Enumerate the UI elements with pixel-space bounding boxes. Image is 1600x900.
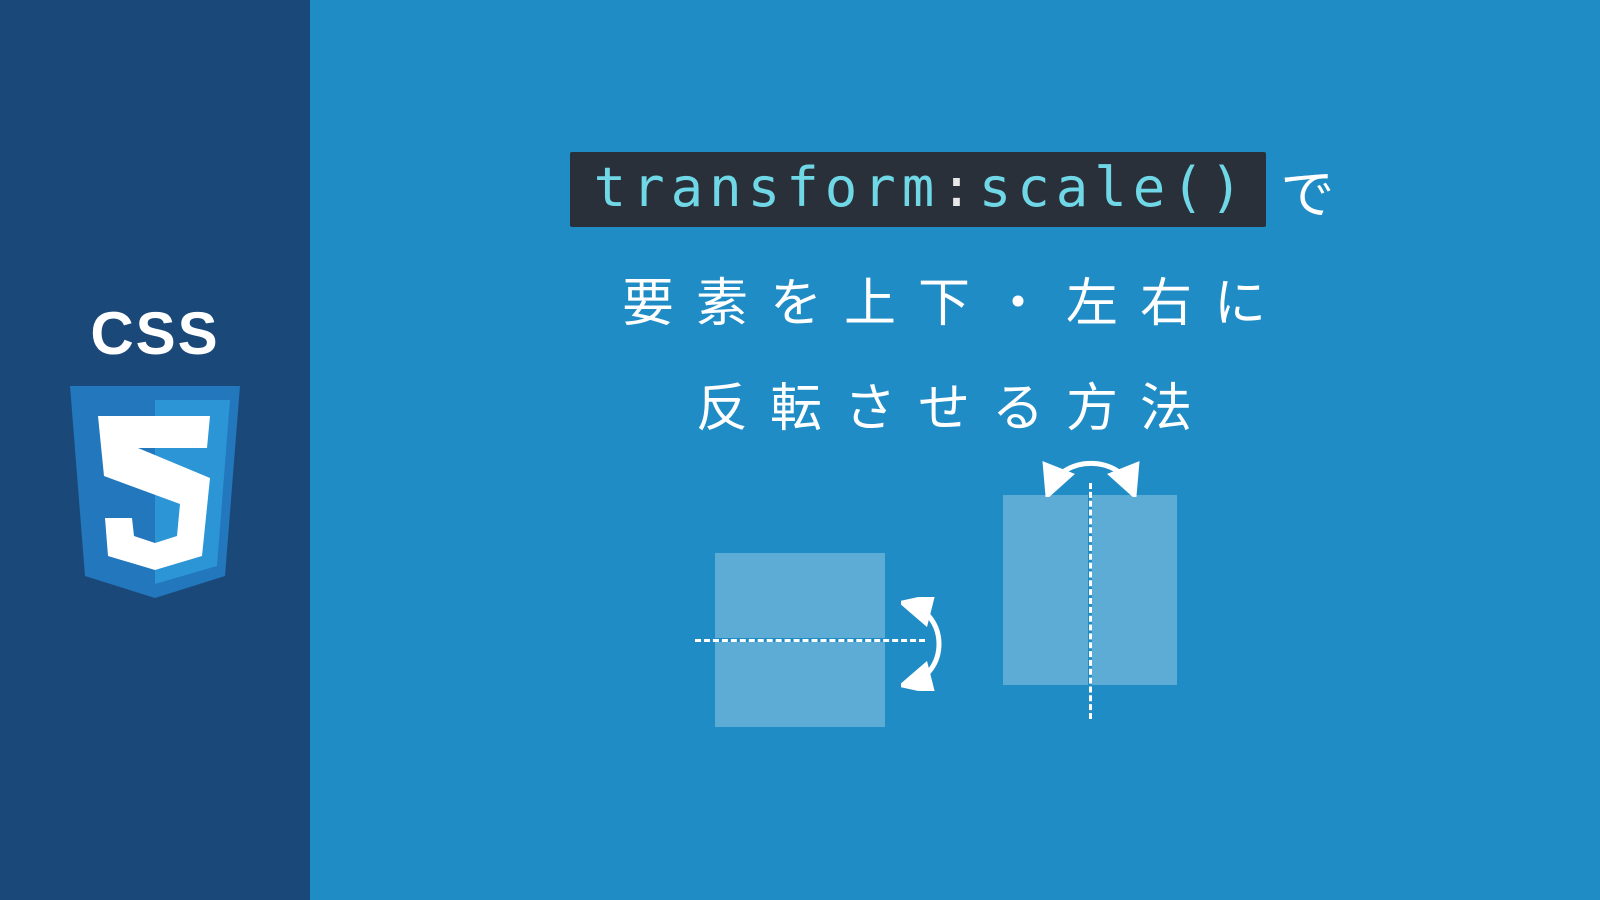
headline-line-2: 要素を上下・左右に [570,261,1341,336]
curved-arrow-icon [1041,443,1141,497]
square-bottom-half [715,642,885,727]
flip-illustration [645,491,1265,751]
square-top-half [715,553,885,638]
main-panel: transform:scale() で 要素を上下・左右に 反転させる方法 [310,0,1600,900]
headline: transform:scale() で 要素を上下・左右に 反転させる方法 [570,150,1341,491]
headline-line-1: transform:scale() で [570,150,1341,229]
css3-shield-icon [60,386,250,601]
vertical-axis-line [1089,483,1092,719]
headline-line-3: 反転させる方法 [570,366,1341,441]
css-label: CSS [90,299,219,368]
headline-suffix: で [1280,150,1340,229]
css-property: transform [594,156,941,219]
colon-icon: : [940,156,979,219]
curved-arrow-icon [901,597,969,691]
horizontal-axis-line [695,639,925,642]
sidebar: CSS [0,0,310,900]
square-right-half [1092,495,1177,685]
code-chip: transform:scale() [570,152,1267,227]
css-value: scale() [979,156,1249,219]
square-left-half [1003,495,1088,685]
